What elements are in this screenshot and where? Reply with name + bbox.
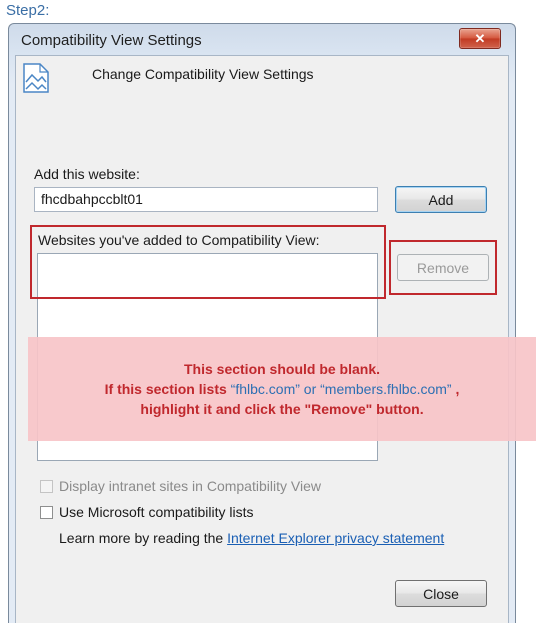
title-bar: Compatibility View Settings ✕ bbox=[9, 24, 515, 54]
websites-list-highlight-box bbox=[30, 225, 386, 299]
microsoft-lists-checkbox[interactable] bbox=[40, 506, 53, 519]
privacy-statement-link[interactable]: Internet Explorer privacy statement bbox=[227, 530, 444, 546]
step-label: Step2: bbox=[6, 2, 50, 19]
instruction-line-3: highlight it and click the "Remove" butt… bbox=[140, 401, 424, 417]
site-name-1: “fhlbc.com” bbox=[230, 381, 300, 397]
add-website-label: Add this website: bbox=[34, 166, 140, 182]
learn-more-text: Learn more by reading the Internet Explo… bbox=[59, 530, 445, 546]
instruction-callout: This section should be blank. If this se… bbox=[28, 337, 536, 441]
add-button[interactable]: Add bbox=[395, 186, 487, 213]
intranet-sites-label: Display intranet sites in Compatibility … bbox=[59, 478, 321, 494]
add-website-input[interactable]: fhcdbahpccblt01 bbox=[34, 187, 378, 212]
instruction-line-1: This section should be blank. bbox=[183, 361, 381, 377]
dialog-title: Compatibility View Settings bbox=[21, 32, 202, 49]
remove-button-highlight-box bbox=[389, 240, 497, 295]
site-name-2: “members.fhlbc.com” bbox=[320, 381, 452, 397]
close-window-button[interactable]: ✕ bbox=[459, 28, 501, 49]
header-heading: Change Compatibility View Settings bbox=[92, 66, 314, 82]
intranet-sites-checkbox[interactable] bbox=[40, 480, 53, 493]
instruction-line-2: If this section lists “fhlbc.com” or “me… bbox=[104, 381, 460, 397]
close-icon: ✕ bbox=[474, 30, 486, 46]
microsoft-lists-label: Use Microsoft compatibility lists bbox=[59, 504, 254, 520]
close-button[interactable]: Close bbox=[395, 580, 487, 607]
compatibility-view-icon bbox=[23, 63, 49, 93]
